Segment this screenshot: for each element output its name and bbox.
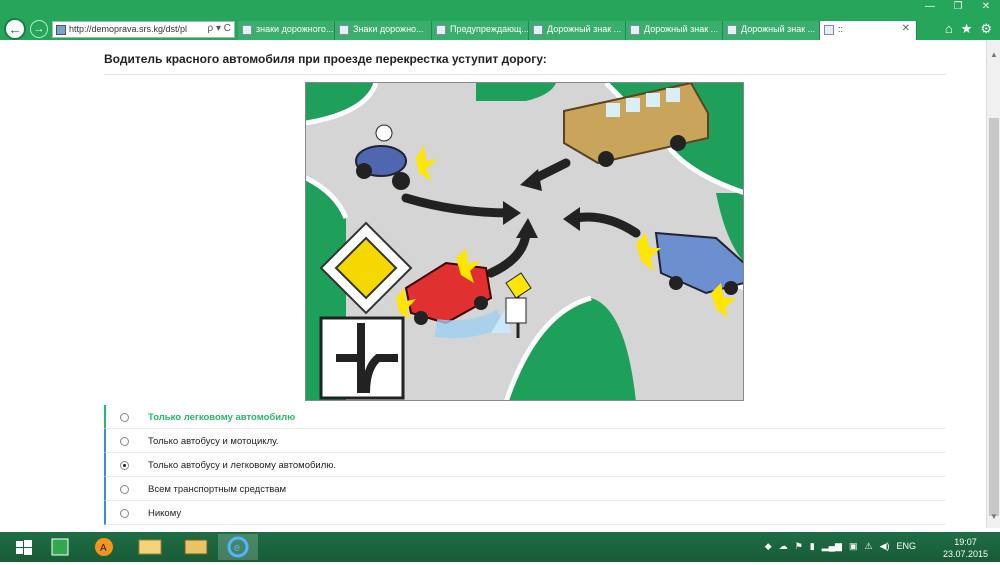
scroll-thumb[interactable] [989, 118, 999, 516]
tab-favicon-icon [436, 25, 446, 35]
tab-label: знаки дорожного... [256, 24, 334, 34]
answer-list: Только легковому автомобилю Только автоб… [104, 405, 946, 525]
taskbar: A e ◆ ☁ ⚑ ▮ ▂▄▆ ▣ ⚠ ◀) ENG 19:07 23.07.2… [0, 532, 1000, 562]
update-icon[interactable]: ▣ [849, 541, 858, 552]
tab-3[interactable]: Предупреждающ... [432, 21, 529, 40]
answer-option-5[interactable]: Никому [104, 501, 946, 525]
radio-button-selected[interactable] [120, 461, 129, 470]
minimize-button[interactable]: — [916, 0, 944, 16]
answer-label: Только легковому автомобилю [148, 412, 296, 423]
home-icon[interactable]: ⌂ [945, 21, 953, 37]
page-favicon-icon [56, 25, 66, 35]
intersection-plate-sign [319, 316, 405, 400]
close-tab-icon[interactable]: ✕ [902, 23, 910, 34]
tab-label: Дорожный знак ... [741, 24, 816, 34]
tab-favicon-icon [824, 25, 834, 35]
maximize-button[interactable]: ❐ [944, 0, 972, 16]
favorites-star-icon[interactable]: ★ [961, 21, 973, 37]
tab-5[interactable]: Дорожный знак ... [626, 21, 723, 40]
warning-icon[interactable]: ⚠ [864, 541, 872, 552]
page-scrollbar[interactable]: ▲ ▼ [986, 40, 1000, 528]
intersection-scene-svg [306, 83, 743, 400]
tab-6[interactable]: Дорожный знак ... [723, 21, 820, 40]
radio-button[interactable] [120, 437, 129, 446]
intersection-illustration [305, 82, 744, 401]
answer-label: Никому [148, 508, 182, 519]
battery-icon[interactable]: ▮ [810, 541, 815, 552]
tab-strip: знаки дорожного... Знаки дорожно... Пред… [238, 21, 917, 40]
browser-chrome: — ❐ ✕ ← → http://demoprava.srs.kg/dst/pl… [0, 0, 1000, 40]
answer-option-4[interactable]: Всем транспортным средствам [104, 477, 946, 501]
answer-label: Только автобусу и мотоциклу. [148, 436, 279, 447]
start-button[interactable] [4, 534, 44, 560]
explorer-app-icon[interactable] [130, 534, 170, 560]
avast-app-icon[interactable]: A [86, 534, 126, 560]
tab-favicon-icon [242, 25, 252, 35]
network-icon[interactable]: ▂▄▆ [822, 541, 842, 552]
tab-favicon-icon [533, 25, 543, 35]
windows-logo-icon [16, 540, 32, 555]
language-indicator[interactable]: ENG [896, 541, 916, 552]
svg-text:e: e [234, 542, 240, 554]
question-title: Водитель красного автомобиля при проезде… [104, 52, 547, 66]
answer-option-1[interactable]: Только легковому автомобилю [104, 405, 946, 429]
tab-label: Предупреждающ... [450, 24, 529, 34]
tab-favicon-icon [339, 25, 349, 35]
tab-favicon-icon [727, 25, 737, 35]
answer-option-2[interactable]: Только автобусу и мотоциклу. [104, 429, 946, 453]
scroll-down-icon[interactable]: ▼ [987, 510, 1000, 524]
clock[interactable]: 19:07 23.07.2015 [943, 536, 988, 560]
divider [104, 74, 946, 75]
forward-button[interactable]: → [30, 20, 48, 38]
clock-date: 23.07.2015 [942, 549, 988, 559]
address-controls[interactable]: ρ ▾ C [208, 23, 232, 34]
answer-label: Всем транспортным средствам [148, 484, 287, 495]
answer-label: Только автобусу и легковому автомобилю. [148, 460, 337, 471]
cloud-icon[interactable]: ☁ [779, 541, 788, 552]
radio-button[interactable] [120, 485, 129, 494]
system-tray: ◆ ☁ ⚑ ▮ ▂▄▆ ▣ ⚠ ◀) ENG [765, 541, 916, 552]
tab-label: Дорожный знак ... [547, 24, 622, 34]
clock-time: 19:07 [954, 537, 977, 547]
answer-option-3[interactable]: Только автобусу и легковому автомобилю. [104, 453, 946, 477]
tab-favicon-icon [630, 25, 640, 35]
tab-label: Знаки дорожно... [353, 24, 424, 34]
tab-label: Дорожный знак ... [644, 24, 719, 34]
window-controls: — ❐ ✕ [916, 0, 1000, 16]
address-bar[interactable]: http://demoprava.srs.kg/dst/pl ρ ▾ C [52, 21, 235, 38]
internet-explorer-app-icon[interactable]: e [218, 534, 258, 560]
tab-4[interactable]: Дорожный знак ... [529, 21, 626, 40]
tab-1[interactable]: знаки дорожного... [238, 21, 335, 40]
radio-button[interactable] [120, 509, 129, 518]
radio-button[interactable] [120, 413, 129, 422]
settings-gear-icon[interactable]: ⚙ [980, 21, 992, 37]
tab-active[interactable]: :: ✕ [820, 21, 917, 40]
tray-app-icon[interactable]: ◆ [765, 541, 772, 552]
toolbar-icons: ⌂ ★ ⚙ [945, 21, 992, 37]
flag-icon[interactable]: ⚑ [795, 541, 803, 552]
tab-2[interactable]: Знаки дорожно... [335, 21, 432, 40]
tab-label: :: [838, 24, 844, 34]
store-app-icon[interactable] [40, 534, 80, 560]
close-button[interactable]: ✕ [972, 0, 1000, 16]
back-button[interactable]: ← [4, 18, 26, 40]
volume-icon[interactable]: ◀) [880, 541, 890, 552]
scroll-up-icon[interactable]: ▲ [987, 48, 1000, 62]
svg-text:A: A [100, 543, 107, 554]
file-manager-app-icon[interactable] [176, 534, 216, 560]
address-text: http://demoprava.srs.kg/dst/pl [69, 24, 188, 34]
